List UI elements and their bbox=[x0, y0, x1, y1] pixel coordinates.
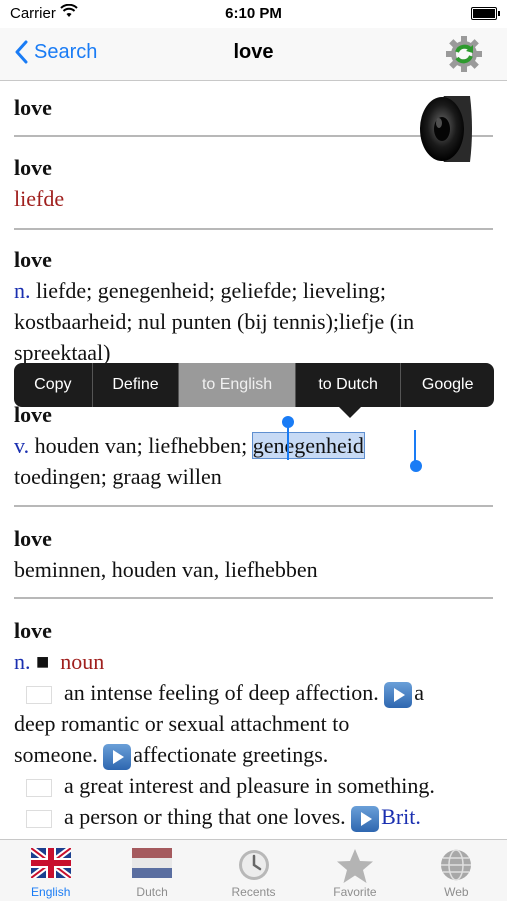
sense-checkbox[interactable] bbox=[26, 778, 52, 797]
sense-text: a great interest and pleasure in somethi… bbox=[64, 773, 435, 798]
menu-item-to-english[interactable]: to English bbox=[179, 363, 296, 407]
definition-text: houden van; liefhebben; bbox=[34, 433, 248, 458]
sense-text: deep romantic or sexual attachment to bbox=[14, 711, 350, 736]
edit-menu: Copy Define to English to Dutch Google bbox=[14, 363, 494, 407]
play-icon[interactable] bbox=[103, 743, 132, 770]
status-bar: Carrier 6:10 PM bbox=[0, 0, 507, 28]
globe-icon bbox=[441, 849, 472, 881]
part-of-speech: n. bbox=[14, 649, 31, 674]
menu-item-copy[interactable]: Copy bbox=[14, 363, 93, 407]
tab-label: Web bbox=[444, 885, 469, 899]
menu-item-to-dutch[interactable]: to Dutch bbox=[296, 363, 402, 407]
sense-text: affectionate greetings. bbox=[133, 742, 329, 767]
sense-checkbox[interactable] bbox=[26, 685, 52, 704]
divider bbox=[14, 228, 493, 230]
tab-dutch[interactable]: Dutch bbox=[101, 840, 202, 901]
part-of-speech: v. bbox=[14, 433, 30, 458]
entry-6: love n. ■ noun an intense feeling of dee… bbox=[14, 615, 493, 832]
play-icon[interactable] bbox=[351, 805, 380, 832]
headword: love bbox=[14, 526, 52, 551]
tab-label: Favorite bbox=[333, 885, 377, 899]
selection-handle-end-bar bbox=[414, 430, 416, 464]
speaker-icon bbox=[420, 96, 472, 162]
tab-english[interactable]: English bbox=[0, 840, 101, 901]
headword: love bbox=[14, 247, 52, 272]
page-title: love bbox=[233, 41, 274, 63]
square-bullet: ■ bbox=[36, 649, 50, 674]
definition-text: beminnen, houden van, liefhebben bbox=[14, 557, 318, 582]
sense-text: a person or thing that one loves. bbox=[64, 804, 346, 829]
gear-refresh-icon bbox=[446, 36, 482, 72]
tab-recents[interactable]: Recents bbox=[203, 840, 304, 901]
definition-text: liefde; genegenheid; geliefde; lieveling… bbox=[14, 278, 415, 365]
menu-item-define[interactable]: Define bbox=[93, 363, 180, 407]
tab-bar: English Dutch Recents Favorite Web bbox=[0, 839, 507, 901]
word-class: noun bbox=[60, 649, 105, 674]
tab-favorite[interactable]: Favorite bbox=[304, 840, 405, 901]
divider bbox=[14, 505, 493, 507]
entry-3: love n. liefde; genegenheid; geliefde; l… bbox=[14, 244, 493, 368]
entry-4: love v. houden van; liefhebben; genegenh… bbox=[14, 399, 493, 492]
sense-text: Brit. bbox=[381, 804, 421, 829]
selection-handle-end[interactable] bbox=[410, 460, 422, 472]
clock-icon bbox=[238, 850, 269, 880]
tab-label: English bbox=[31, 885, 71, 899]
sense-text: someone. bbox=[14, 742, 98, 767]
selected-text[interactable]: genegenheid bbox=[251, 432, 365, 459]
dictionary-content[interactable]: love love liefde love n. liefde; genegen… bbox=[0, 81, 507, 839]
entry-5: love beminnen, houden van, liefhebben bbox=[14, 523, 493, 585]
navigation-bar: Search love bbox=[0, 28, 507, 81]
part-of-speech: n. bbox=[14, 278, 31, 303]
translation: liefde bbox=[14, 186, 65, 211]
tab-label: Dutch bbox=[136, 885, 168, 899]
speaker-button[interactable] bbox=[414, 92, 476, 166]
settings-button[interactable] bbox=[443, 33, 485, 75]
dutch-flag-icon bbox=[132, 848, 173, 878]
sense-text: an intense feeling of deep affection. bbox=[64, 680, 379, 705]
star-icon bbox=[336, 849, 373, 883]
sense-text: a bbox=[414, 680, 425, 705]
uk-flag-icon bbox=[30, 848, 71, 878]
battery-icon bbox=[471, 7, 500, 20]
tab-web[interactable]: Web bbox=[406, 840, 507, 901]
tab-label: Recents bbox=[231, 885, 276, 899]
selection-handle-start-bar bbox=[287, 426, 289, 460]
definition-text-continued: toedingen; graag willen bbox=[14, 464, 222, 489]
divider bbox=[14, 597, 493, 599]
menu-item-google[interactable]: Google bbox=[401, 363, 494, 407]
headword: love bbox=[14, 618, 52, 643]
clock: 6:10 PM bbox=[225, 5, 282, 22]
sense-checkbox[interactable] bbox=[26, 809, 52, 828]
play-icon[interactable] bbox=[384, 681, 413, 708]
menu-arrow bbox=[339, 407, 361, 418]
